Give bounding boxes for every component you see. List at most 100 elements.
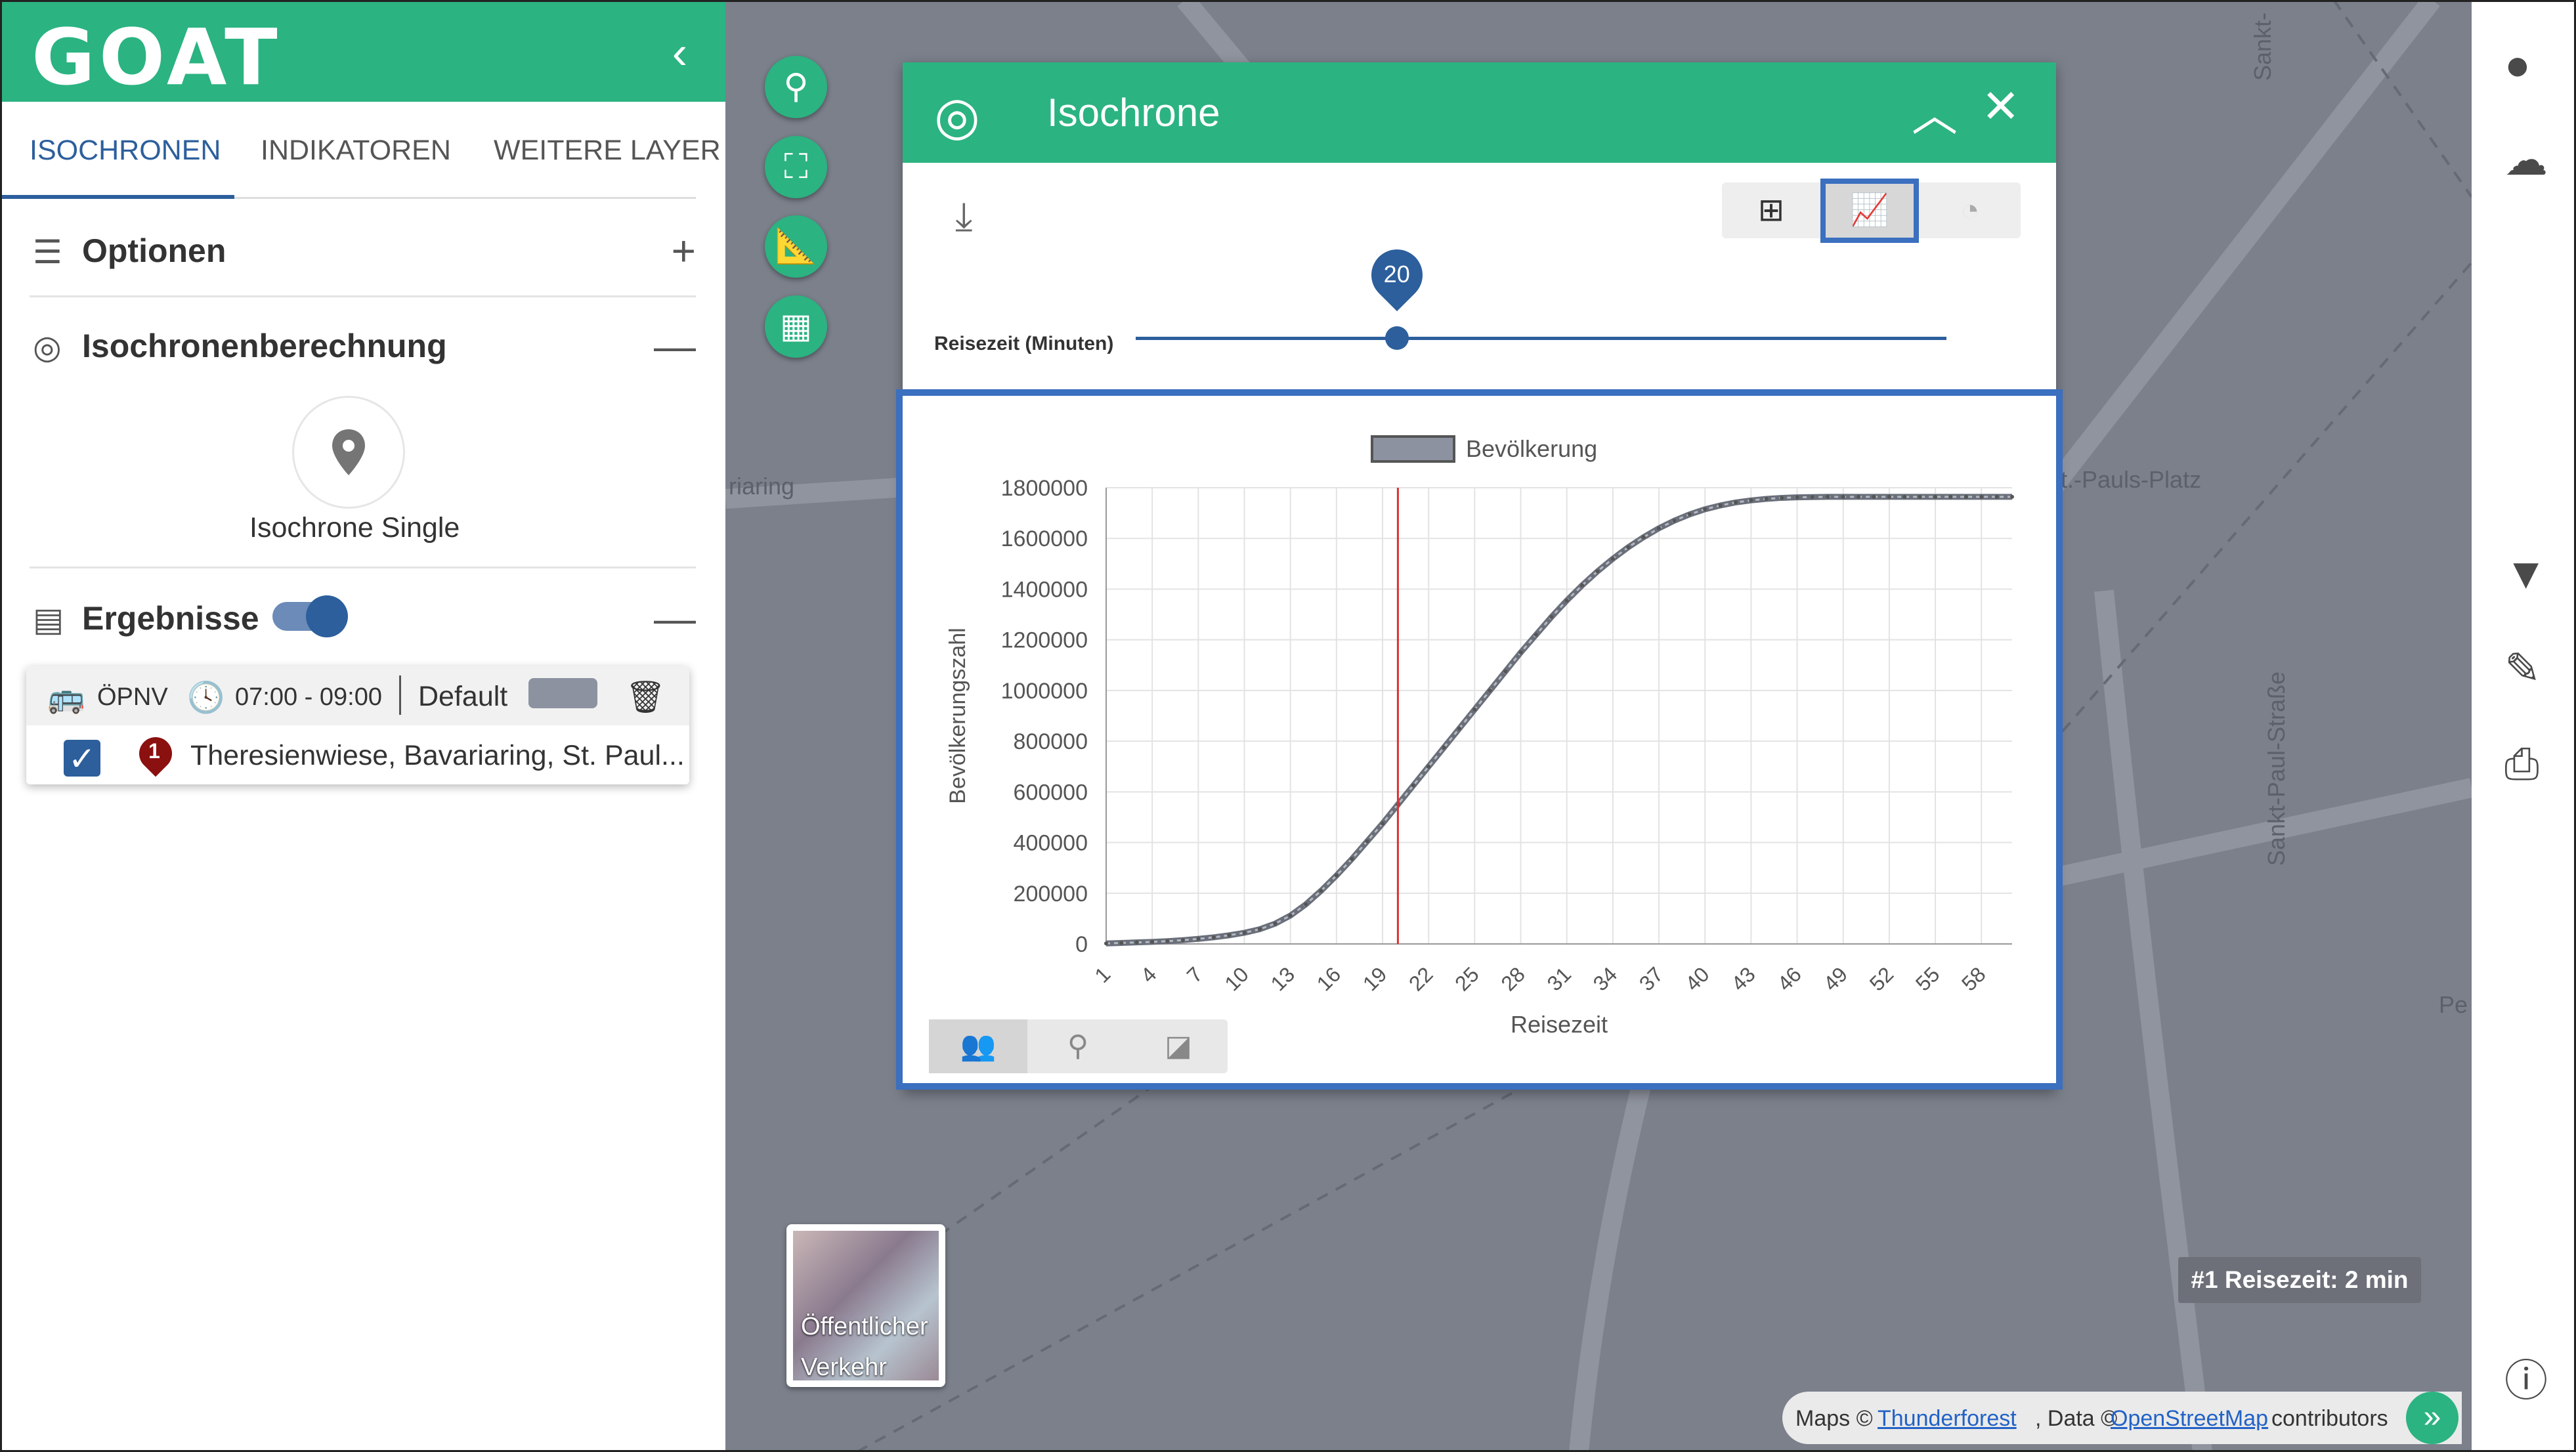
- collapse-sidebar-icon[interactable]: ‹: [672, 26, 687, 79]
- attr-data-prefix: , Data ©: [2035, 1406, 2118, 1431]
- series-point: [1687, 512, 1692, 517]
- series-point: [1979, 494, 1984, 499]
- slider-label: Reisezeit (Minuten): [934, 333, 1114, 354]
- series-point: [1518, 650, 1523, 654]
- results-section: ▤ Ergebnisse —: [30, 581, 696, 653]
- layers-button[interactable]: ▦: [765, 295, 827, 358]
- print-icon[interactable]: ⎙: [2504, 738, 2539, 790]
- x-tick-label: 49: [1819, 962, 1853, 996]
- trash-icon[interactable]: 🗑: [626, 678, 666, 715]
- measure-button[interactable]: 📐: [765, 215, 827, 278]
- table-view-button[interactable]: ⊞: [1722, 182, 1820, 238]
- street-label: Sankt-Paul-Straße: [2263, 671, 2290, 866]
- x-tick-label: 22: [1404, 962, 1438, 996]
- target-icon: ◎: [934, 87, 980, 145]
- x-tick-label: 16: [1312, 962, 1346, 996]
- map-attribution: Maps © Thunderforest , Data © OpenStreet…: [1782, 1392, 2462, 1444]
- tab-weitere-layer[interactable]: WEITERE LAYER: [494, 135, 721, 167]
- target-icon: ◎: [33, 329, 62, 366]
- series-point: [1672, 519, 1677, 523]
- collapse-calc-icon[interactable]: —: [654, 322, 696, 370]
- fullscreen-button[interactable]: ⛶: [765, 136, 827, 198]
- result-checkbox[interactable]: ✓: [64, 740, 100, 777]
- x-tick-label: 13: [1266, 962, 1299, 996]
- filter-icon[interactable]: ▼: [2504, 548, 2547, 598]
- series-point: [1472, 707, 1477, 712]
- download-icon[interactable]: ⤓: [955, 194, 973, 240]
- legend-label: Bevölkerung: [1466, 435, 1597, 462]
- series-point: [1918, 494, 1922, 499]
- area-button[interactable]: ◪: [1129, 1019, 1228, 1073]
- edit-icon[interactable]: ✎: [2504, 643, 2541, 694]
- x-tick-label: 19: [1358, 962, 1392, 996]
- search-button[interactable]: ⚲: [765, 56, 827, 118]
- y-tick-label: 800000: [1014, 729, 1088, 754]
- tab-bar: ISOCHRONEN INDIKATOREN WEITERE LAYER: [0, 112, 725, 200]
- active-tab-indicator: [0, 195, 234, 199]
- x-tick-label: 4: [1136, 962, 1161, 987]
- result-place[interactable]: Theresienwiese, Bavariaring, St. Paul...: [190, 740, 685, 772]
- thunderforest-link[interactable]: Thunderforest: [1878, 1406, 2017, 1432]
- marker-number: 1: [148, 739, 160, 763]
- tab-isochronen[interactable]: ISOCHRONEN: [30, 135, 221, 167]
- travel-time-badge: #1 Reisezeit: 2 min: [2178, 1257, 2421, 1303]
- x-tick-label: 34: [1589, 962, 1622, 996]
- series-point: [1365, 839, 1369, 843]
- series-point: [1826, 494, 1830, 499]
- series-point: [1165, 939, 1170, 943]
- series-point: [1626, 545, 1631, 549]
- expand-options-icon[interactable]: +: [672, 226, 696, 275]
- x-axis-label: Reisezeit: [1511, 1011, 1608, 1038]
- right-toolbar: ● ☁ ▼ ✎ ⎙ ⓘ: [2472, 0, 2576, 1452]
- y-tick-label: 1800000: [1001, 476, 1088, 501]
- population-button[interactable]: 👥: [929, 1019, 1027, 1073]
- options-title: Optionen: [82, 232, 226, 269]
- series-point: [1887, 494, 1891, 499]
- account-icon[interactable]: ●: [2504, 39, 2531, 89]
- collapse-dialog-icon[interactable]: ︿: [1912, 78, 1958, 144]
- x-tick-label: 1: [1090, 962, 1115, 987]
- slider-thumb[interactable]: [1385, 326, 1409, 350]
- pie-view-button[interactable]: ◔: [1921, 182, 2019, 238]
- y-tick-label: 200000: [1014, 882, 1088, 907]
- series-point: [1948, 494, 1953, 499]
- sidebar: GOAT ‹ ISOCHRONEN INDIKATOREN WEITERE LA…: [0, 0, 727, 1452]
- series-point: [1319, 888, 1323, 893]
- y-tick-label: 0: [1075, 932, 1088, 957]
- series-point: [1534, 632, 1538, 637]
- sliders-icon: ☰: [33, 234, 62, 270]
- series-point: [1288, 913, 1293, 918]
- isochrone-single-button[interactable]: [292, 396, 405, 509]
- result-card[interactable]: 🚌 ÖPNV 🕓 07:00 - 09:00 Default 🗑 ✓ 1 The…: [26, 666, 689, 784]
- close-icon[interactable]: ✕: [1981, 79, 2020, 133]
- series-point: [1580, 583, 1585, 587]
- basemap-thumbnail: Öffentlicher Verkehr: [793, 1231, 939, 1381]
- collapse-results-icon[interactable]: —: [654, 594, 696, 643]
- x-tick-label: 28: [1496, 962, 1530, 996]
- profile-label: Default: [418, 681, 508, 712]
- series-point: [1150, 939, 1155, 944]
- section-divider: [30, 566, 696, 568]
- basemap-label-line2: Verkehr: [801, 1354, 887, 1381]
- options-section[interactable]: ☰ Optionen +: [30, 213, 696, 286]
- series-point: [1304, 902, 1308, 907]
- view-toggle-group: ⊞ 📈 ◔: [1722, 179, 2021, 243]
- results-toggle-knob[interactable]: [306, 595, 348, 637]
- openstreetmap-link[interactable]: OpenStreetMap: [2111, 1406, 2268, 1432]
- x-tick-label: 52: [1865, 962, 1899, 996]
- chart-view-button[interactable]: 📈: [1820, 179, 1919, 243]
- info-icon[interactable]: ⓘ: [2504, 1346, 2548, 1409]
- isochrone-calc-section[interactable]: ◎ Isochronenberechnung —: [30, 309, 696, 381]
- tab-indikatoren[interactable]: INDIKATOREN: [261, 135, 451, 167]
- poi-pin-button[interactable]: ⚲: [1029, 1019, 1127, 1073]
- travel-time-slider[interactable]: [1136, 337, 1946, 340]
- x-tick-label: 58: [1957, 962, 1990, 996]
- cloud-icon[interactable]: ☁: [2504, 135, 2548, 185]
- expand-attribution-icon[interactable]: »: [2406, 1392, 2458, 1444]
- x-tick-label: 37: [1635, 962, 1668, 996]
- time-range: 07:00 - 09:00: [235, 683, 382, 711]
- basemap-switcher[interactable]: Öffentlicher Verkehr: [786, 1224, 945, 1387]
- series-point: [1549, 614, 1554, 619]
- series-point: [1933, 494, 1938, 499]
- isochrone-color-chip[interactable]: [528, 678, 597, 708]
